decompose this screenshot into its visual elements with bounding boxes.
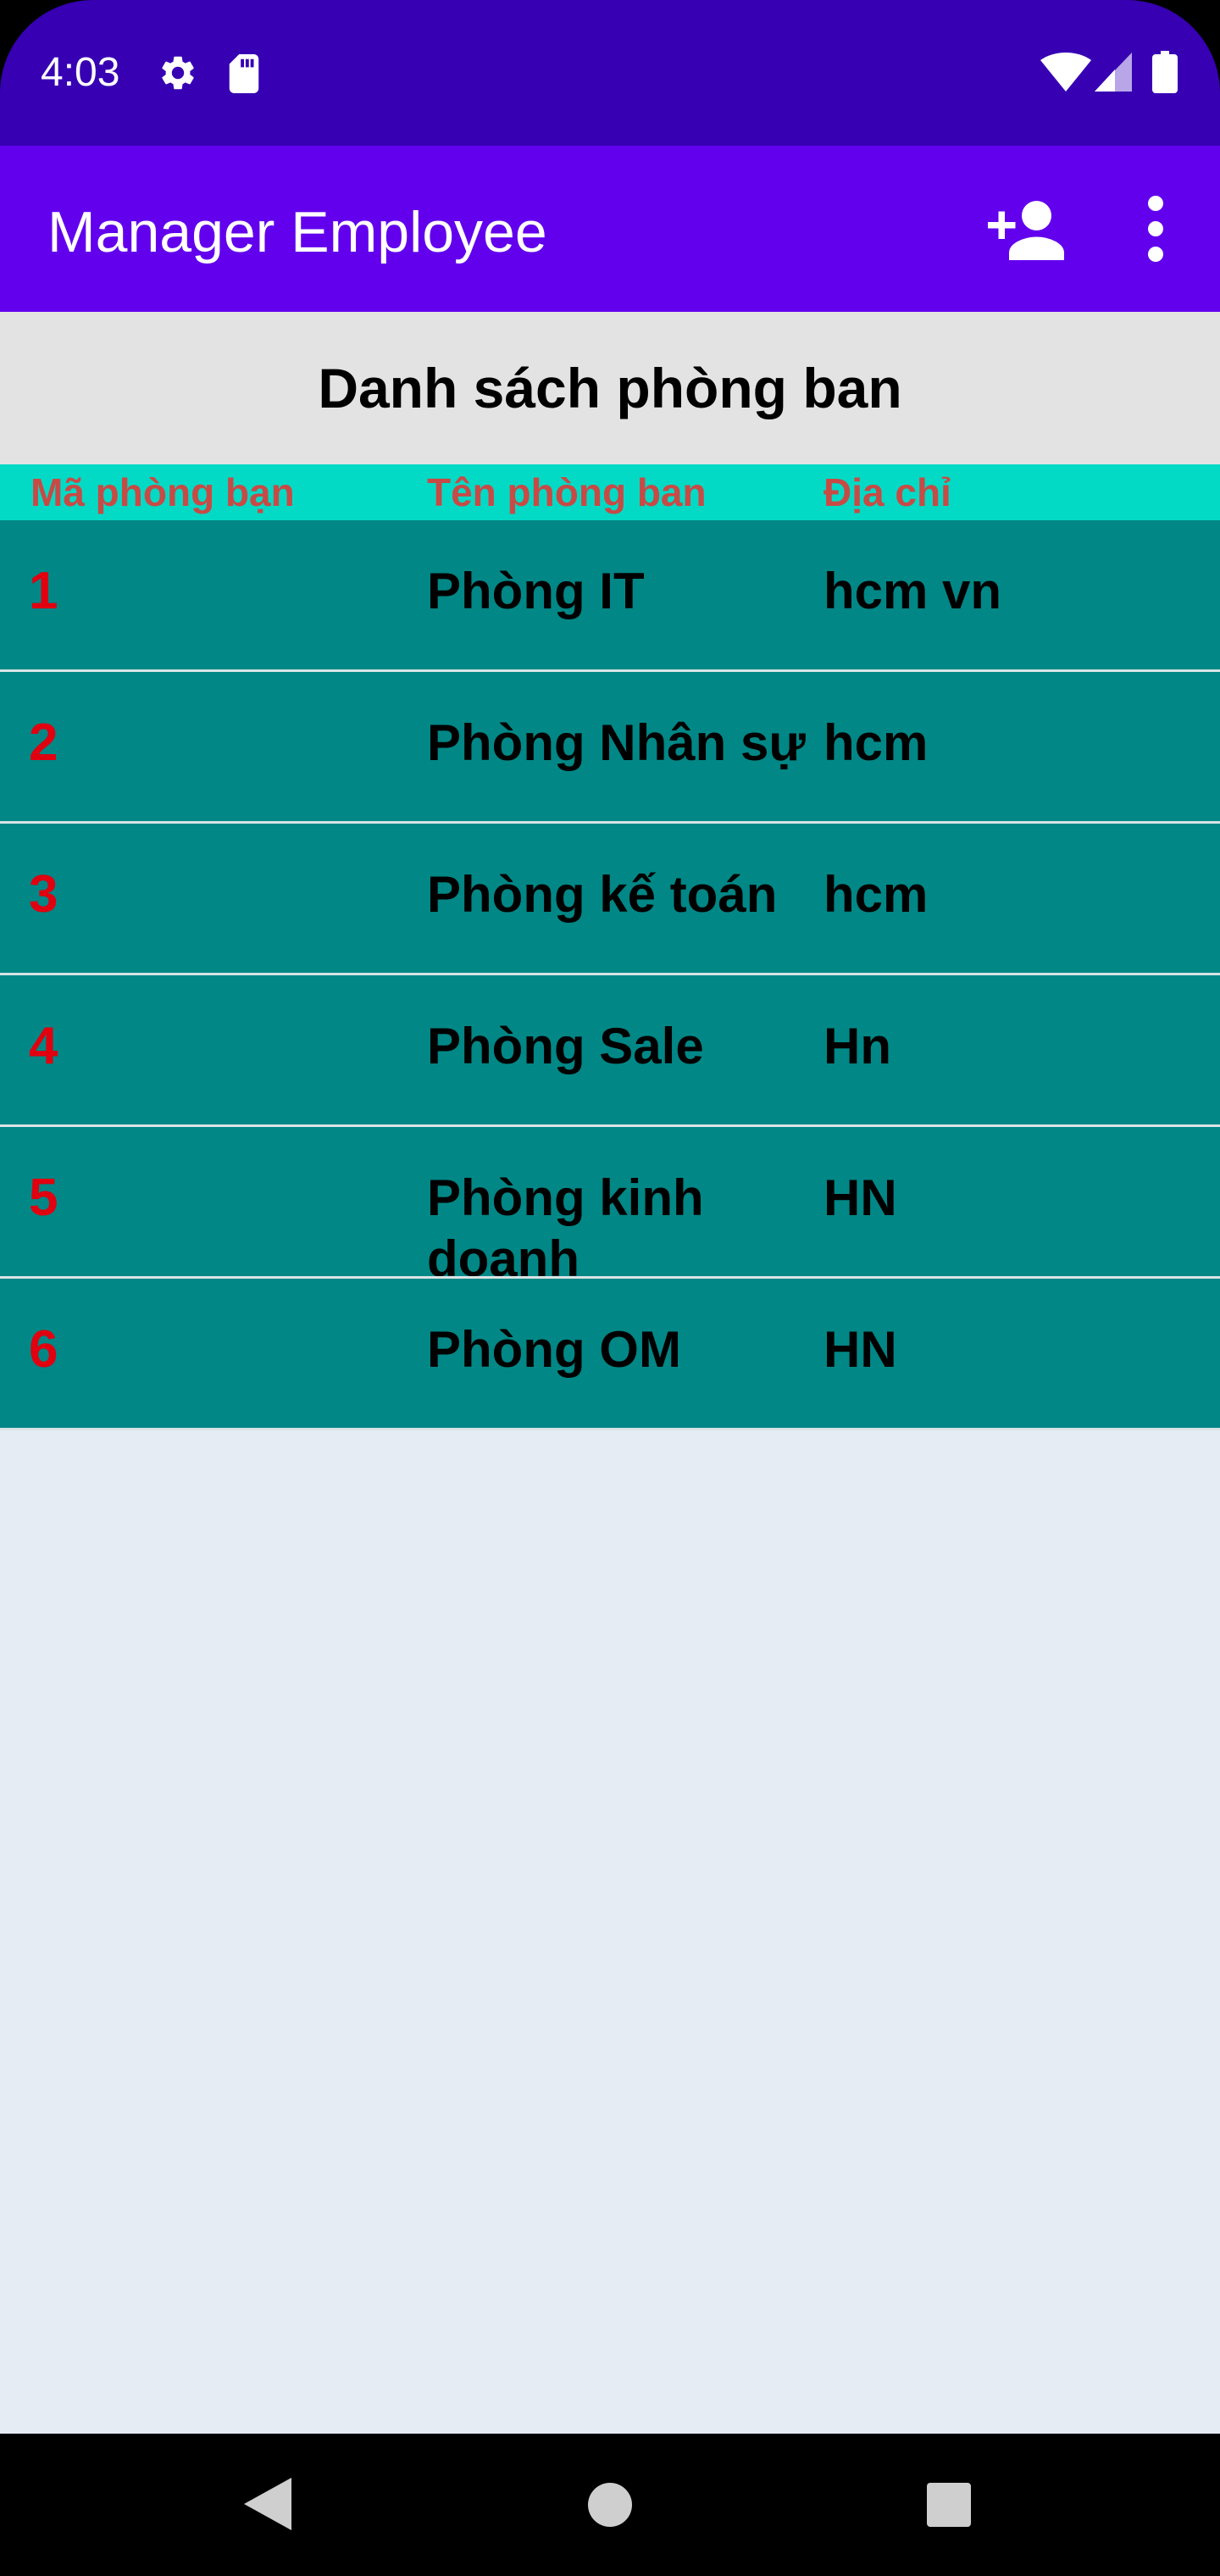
status-time: 4:03 — [41, 50, 120, 95]
recents-icon[interactable] — [927, 2483, 971, 2527]
department-address: HN — [824, 1169, 897, 1226]
device-screen: 4:03 Manager Employee Danh sách phòng ba… — [0, 0, 1220, 2576]
department-id: 2 — [29, 713, 58, 772]
wifi-icon — [1040, 53, 1091, 92]
table-header: Mã phòng bạn Tên phòng ban Địa chỉ — [0, 464, 1220, 520]
department-address: hcm — [824, 714, 929, 771]
department-row[interactable]: 6 Phòng OM HN — [0, 1279, 1220, 1430]
department-address: HN — [824, 1321, 897, 1378]
department-name: Phòng Nhân sự — [427, 714, 806, 771]
column-header-address: Địa chỉ — [824, 470, 951, 514]
department-name: Phòng kế toán — [427, 866, 778, 923]
page-heading: Danh sách phòng ban — [0, 312, 1220, 464]
main-content: Danh sách phòng ban Mã phòng bạn Tên phò… — [0, 312, 1220, 2434]
status-bar: 4:03 — [0, 0, 1220, 146]
department-row[interactable]: 5 Phòng kinh doanh HN — [0, 1127, 1220, 1279]
department-id: 4 — [29, 1017, 58, 1075]
department-id: 6 — [29, 1320, 58, 1379]
app-bar: Manager Employee — [0, 146, 1220, 312]
department-name: Phòng IT — [427, 563, 645, 619]
gear-icon — [162, 56, 194, 90]
battery-icon — [1152, 51, 1178, 93]
department-name: Phòng Sale — [427, 1018, 704, 1074]
department-name: Phòng OM — [427, 1321, 681, 1378]
department-address: hcm — [824, 866, 929, 923]
department-list: 1 Phòng IT hcm vn 2 Phòng Nhân sự hcm 3 … — [0, 520, 1220, 1430]
department-id: 5 — [29, 1169, 58, 1227]
add-person-icon[interactable] — [988, 197, 1064, 264]
department-row[interactable]: 2 Phòng Nhân sự hcm — [0, 672, 1220, 824]
department-id: 3 — [29, 865, 58, 924]
department-row[interactable]: 3 Phòng kế toán hcm — [0, 824, 1220, 975]
sd-card-icon — [229, 54, 259, 93]
column-header-name: Tên phòng ban — [427, 470, 707, 514]
back-icon[interactable] — [244, 2478, 291, 2530]
signal-icon — [1095, 53, 1132, 92]
department-row[interactable]: 1 Phòng IT hcm vn — [0, 520, 1220, 672]
department-address: hcm vn — [824, 563, 1002, 619]
department-name: Phòng kinh doanh — [427, 1169, 704, 1279]
column-header-id: Mã phòng bạn — [30, 470, 295, 514]
home-icon[interactable] — [588, 2483, 632, 2527]
department-address: Hn — [824, 1018, 891, 1074]
app-title: Manager Employee — [47, 200, 547, 264]
department-row[interactable]: 4 Phòng Sale Hn — [0, 975, 1220, 1127]
more-vert-icon[interactable] — [1132, 193, 1179, 264]
department-id: 1 — [29, 562, 58, 620]
